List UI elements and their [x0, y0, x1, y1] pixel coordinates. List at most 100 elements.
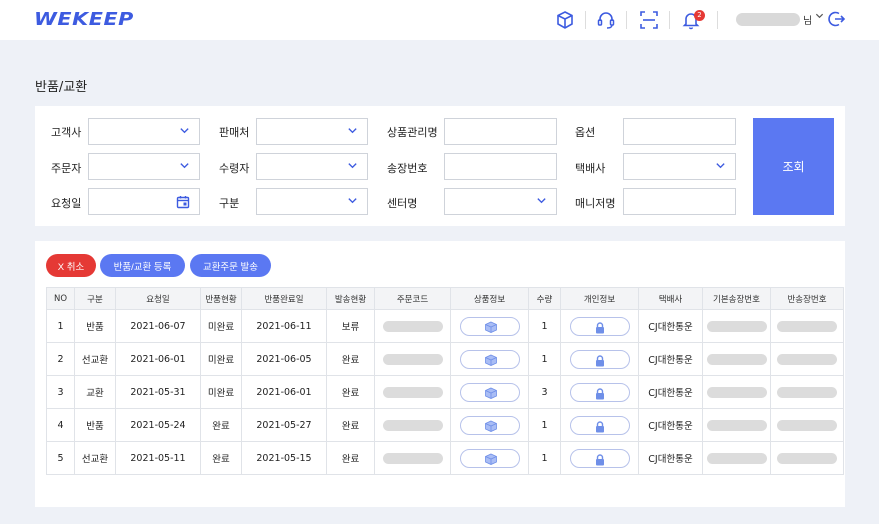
- receiver-select[interactable]: [256, 153, 368, 180]
- column-header-quantity: 수량: [528, 287, 561, 310]
- row-return-done-date: 2021-05-15: [241, 441, 327, 475]
- personal-info-button[interactable]: [569, 349, 630, 369]
- courier-select[interactable]: [623, 153, 736, 180]
- product-name-label: 상품관리명: [387, 126, 438, 139]
- receiver-label: 수령자: [219, 162, 250, 175]
- row-return-invoice: [770, 441, 844, 475]
- notification-badge: 2: [694, 10, 705, 21]
- row-personal-info: [560, 408, 639, 442]
- order-code-redacted: [382, 353, 443, 365]
- product-info-button[interactable]: [459, 448, 520, 468]
- option-label: 옵션: [575, 126, 596, 139]
- calendar-icon[interactable]: [176, 195, 190, 209]
- category-select[interactable]: [256, 188, 368, 215]
- column-header-request-date: 요청일: [115, 287, 201, 310]
- row-order-code: [374, 342, 451, 376]
- ship-exchange-button[interactable]: 교환주문 발송: [190, 254, 271, 277]
- order-code-redacted: [382, 386, 443, 398]
- row-type: 선교환: [74, 441, 116, 475]
- seller-label: 판매처: [219, 126, 250, 139]
- courier-label: 택배사: [575, 162, 606, 175]
- table-row[interactable]: 4 반품 2021-05-24 완료 2021-05-27 완료 1 CJ대한통운: [46, 408, 844, 442]
- column-header-base-invoice: 기본송장번호: [702, 287, 771, 310]
- row-no: 3: [46, 375, 75, 409]
- row-base-invoice: [702, 342, 771, 376]
- table-row[interactable]: 1 반품 2021-06-07 미완료 2021-06-11 보류 1 CJ대한통운: [46, 309, 844, 343]
- product-info-button[interactable]: [459, 349, 520, 369]
- row-type: 선교환: [74, 342, 116, 376]
- row-courier: CJ대한통운: [638, 408, 703, 442]
- personal-info-button[interactable]: [569, 415, 630, 435]
- manager-input[interactable]: [623, 188, 736, 215]
- column-header-personal-info: 개인정보: [560, 287, 639, 310]
- product-info-button[interactable]: [459, 415, 520, 435]
- personal-info-button[interactable]: [569, 382, 630, 402]
- row-product-info: [450, 441, 529, 475]
- row-personal-info: [560, 309, 639, 343]
- row-return-done-date: 2021-06-01: [241, 375, 327, 409]
- row-no: 2: [46, 342, 75, 376]
- register-return-button[interactable]: 반품/교환 등록: [100, 254, 185, 277]
- row-request-date: 2021-05-31: [115, 375, 201, 409]
- box-icon[interactable]: [554, 9, 576, 31]
- row-return-invoice: [770, 408, 844, 442]
- row-product-info: [450, 375, 529, 409]
- row-type: 교환: [74, 375, 116, 409]
- row-base-invoice: [702, 375, 771, 409]
- return-invoice-redacted: [777, 452, 837, 464]
- orderer-label: 주문자: [51, 162, 82, 175]
- invoice-number-input[interactable]: [444, 153, 557, 180]
- chevron-down-icon: [716, 163, 725, 169]
- return-invoice-redacted: [777, 353, 837, 365]
- base-invoice-redacted: [706, 353, 767, 365]
- row-ship-status: 완료: [326, 342, 375, 376]
- product-info-button[interactable]: [459, 316, 520, 336]
- scan-icon[interactable]: [638, 9, 660, 31]
- request-date-label: 요청일: [51, 197, 82, 210]
- chevron-down-icon: [348, 163, 357, 169]
- row-product-info: [450, 408, 529, 442]
- option-input[interactable]: [623, 118, 736, 145]
- table-row[interactable]: 2 선교환 2021-06-01 미완료 2021-06-05 완료 1 CJ대한통운: [46, 342, 844, 376]
- headset-icon[interactable]: [595, 9, 617, 31]
- row-return-invoice: [770, 309, 844, 343]
- column-header-order-code: 주문코드: [374, 287, 451, 310]
- chevron-down-icon[interactable]: [815, 11, 824, 23]
- search-button[interactable]: 조회: [753, 118, 834, 215]
- row-order-code: [374, 408, 451, 442]
- seller-select[interactable]: [256, 118, 368, 145]
- table-row[interactable]: 5 선교환 2021-05-11 완료 2021-05-15 완료 1 CJ대한통운: [46, 441, 844, 475]
- cancel-button[interactable]: X 취소: [46, 254, 96, 277]
- row-courier: CJ대한통운: [638, 441, 703, 475]
- orderer-select[interactable]: [88, 153, 200, 180]
- column-header-courier: 택배사: [638, 287, 703, 310]
- base-invoice-redacted: [706, 386, 767, 398]
- row-base-invoice: [702, 441, 771, 475]
- center-label: 센터명: [387, 197, 418, 210]
- invoice-number-label: 송장번호: [387, 162, 428, 175]
- row-base-invoice: [702, 309, 771, 343]
- chevron-down-icon: [348, 198, 357, 204]
- personal-info-button[interactable]: [569, 448, 630, 468]
- center-select[interactable]: [444, 188, 557, 215]
- row-return-status: 완료: [200, 441, 242, 475]
- column-header-product-info: 상품정보: [450, 287, 529, 310]
- row-ship-status: 완료: [326, 441, 375, 475]
- logo[interactable]: WEKEEP: [34, 9, 134, 30]
- row-personal-info: [560, 441, 639, 475]
- base-invoice-redacted: [706, 452, 767, 464]
- product-info-button[interactable]: [459, 382, 520, 402]
- column-header-return-status: 반품현황: [200, 287, 242, 310]
- customer-select[interactable]: [88, 118, 200, 145]
- column-header-ship-status: 발송현황: [326, 287, 375, 310]
- row-product-info: [450, 342, 529, 376]
- row-courier: CJ대한통운: [638, 309, 703, 343]
- table-row[interactable]: 3 교환 2021-05-31 미완료 2021-06-01 완료 3 CJ대한통운: [46, 375, 844, 409]
- row-product-info: [450, 309, 529, 343]
- row-return-status: 미완료: [200, 309, 242, 343]
- logout-icon[interactable]: [828, 10, 850, 32]
- request-date-input[interactable]: [88, 188, 200, 215]
- product-name-input[interactable]: [444, 118, 557, 145]
- personal-info-button[interactable]: [569, 316, 630, 336]
- chevron-down-icon: [180, 128, 189, 134]
